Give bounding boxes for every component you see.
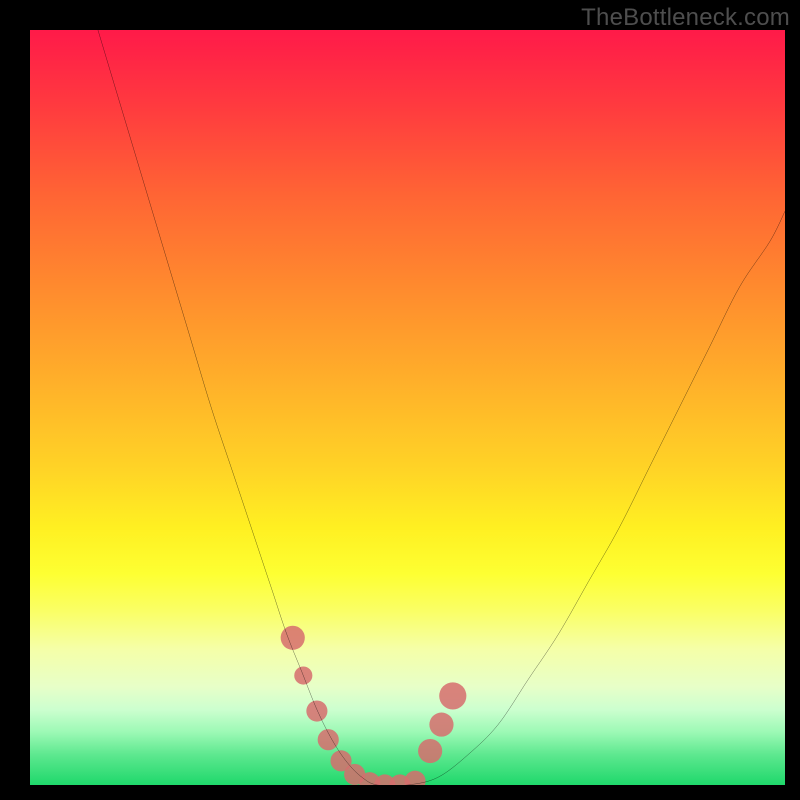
data-marker: [404, 771, 425, 785]
data-marker: [429, 713, 453, 737]
data-marker: [306, 700, 327, 721]
data-markers: [281, 626, 467, 785]
bottleneck-curve: [98, 30, 785, 785]
data-marker: [418, 739, 442, 763]
watermark-text: TheBottleneck.com: [581, 4, 790, 32]
data-marker: [318, 729, 339, 750]
data-marker: [281, 626, 305, 650]
data-marker: [439, 682, 466, 709]
chart-frame: TheBottleneck.com: [0, 0, 800, 800]
plot-area: [30, 30, 785, 785]
curve-layer: [30, 30, 785, 785]
